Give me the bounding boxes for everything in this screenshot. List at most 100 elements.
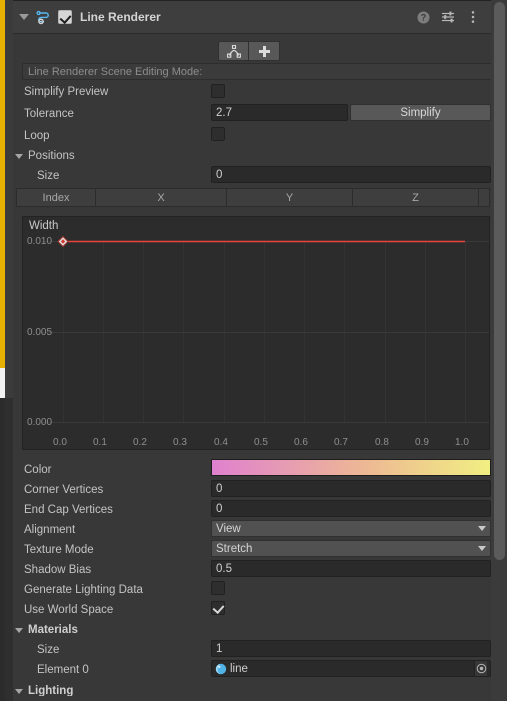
add-point-button[interactable] bbox=[249, 41, 280, 61]
use-world-space-label: Use World Space bbox=[24, 604, 114, 616]
y-tick-0000: 0.000 bbox=[27, 417, 53, 428]
edit-points-button[interactable] bbox=[218, 41, 249, 61]
component-header[interactable]: Line Renderer ? bbox=[13, 1, 491, 34]
chevron-down-icon bbox=[478, 546, 486, 551]
lighting-foldout-icon bbox=[15, 688, 23, 694]
row-use-world-space: Use World Space bbox=[13, 600, 491, 620]
use-world-space-checkbox[interactable] bbox=[211, 601, 225, 615]
texture-mode-label: Texture Mode bbox=[24, 544, 94, 556]
inspector-scrollbar-thumb[interactable] bbox=[494, 2, 505, 560]
positions-size-value: 0 bbox=[216, 168, 223, 181]
inspector-scrollbar-track[interactable] bbox=[491, 0, 507, 701]
edit-points-icon bbox=[226, 44, 241, 58]
tolerance-value: 2.7 bbox=[216, 106, 232, 119]
column-header-z: Z bbox=[353, 189, 479, 206]
loop-label: Loop bbox=[24, 130, 50, 142]
plus-icon bbox=[258, 45, 270, 57]
x-tick-8: 0.8 bbox=[375, 437, 389, 448]
simplify-preview-checkbox[interactable] bbox=[211, 84, 225, 98]
simplify-button[interactable]: Simplify bbox=[350, 104, 491, 121]
svg-text:?: ? bbox=[420, 12, 426, 22]
shadow-bias-label: Shadow Bias bbox=[24, 564, 92, 576]
end-cap-vertices-input[interactable]: 0 bbox=[211, 500, 491, 517]
row-loop: Loop bbox=[13, 126, 491, 146]
texture-mode-dropdown[interactable]: Stretch bbox=[211, 540, 491, 557]
left-gutter-lower bbox=[5, 398, 13, 701]
row-simplify-preview: Simplify Preview bbox=[13, 82, 491, 102]
x-tick-7: 0.7 bbox=[334, 437, 348, 448]
y-tick-0010: 0.010 bbox=[27, 236, 53, 247]
preset-settings-icon[interactable] bbox=[441, 10, 455, 24]
simplify-button-label: Simplify bbox=[400, 106, 441, 119]
materials-foldout-icon bbox=[15, 627, 23, 633]
generate-lighting-data-label: Generate Lighting Data bbox=[24, 584, 143, 596]
x-tick-0: 0.0 bbox=[53, 437, 67, 448]
corner-vertices-value: 0 bbox=[216, 482, 223, 495]
chevron-down-icon bbox=[478, 526, 486, 531]
tolerance-input[interactable]: 2.7 bbox=[211, 104, 348, 121]
positions-table-header: Index X Y Z bbox=[16, 188, 490, 207]
component-foldout-toggle[interactable] bbox=[16, 1, 32, 33]
width-graph-x-axis: 0.0 0.1 0.2 0.3 0.4 0.5 0.6 0.7 0.8 0.9 … bbox=[23, 433, 491, 451]
corner-vertices-label: Corner Vertices bbox=[24, 484, 104, 496]
component-enabled-checkbox[interactable] bbox=[58, 10, 72, 24]
alignment-dropdown[interactable]: View bbox=[211, 520, 491, 537]
loop-checkbox[interactable] bbox=[211, 127, 225, 141]
x-tick-4: 0.4 bbox=[214, 437, 228, 448]
column-header-y: Y bbox=[227, 189, 353, 206]
x-tick-6: 0.6 bbox=[294, 437, 308, 448]
scene-editing-mode-text: Line Renderer Scene Editing Mode: bbox=[28, 65, 203, 78]
materials-size-value: 1 bbox=[216, 642, 223, 655]
left-edge-white-strip bbox=[0, 368, 5, 398]
left-edge-dark-strip bbox=[0, 398, 5, 701]
x-tick-3: 0.3 bbox=[173, 437, 187, 448]
y-tick-0005: 0.005 bbox=[27, 327, 53, 338]
positions-section-header[interactable]: Positions bbox=[13, 146, 491, 166]
left-edge-yellow-strip bbox=[0, 0, 5, 368]
panel-bottom-edge bbox=[13, 696, 491, 701]
positions-size-input[interactable]: 0 bbox=[211, 166, 491, 183]
end-cap-vertices-value: 0 bbox=[216, 502, 223, 515]
corner-vertices-input[interactable]: 0 bbox=[211, 480, 491, 497]
alignment-value: View bbox=[216, 522, 241, 535]
column-header-index: Index bbox=[17, 189, 96, 206]
materials-section-header[interactable]: Materials bbox=[13, 620, 491, 640]
scene-edit-toolbar bbox=[218, 41, 280, 61]
object-picker-icon[interactable] bbox=[474, 661, 487, 676]
scene-editing-mode-bar: Line Renderer Scene Editing Mode: bbox=[22, 63, 492, 80]
width-curve-plot bbox=[41, 235, 489, 423]
help-icon[interactable]: ? bbox=[416, 10, 430, 24]
generate-lighting-data-checkbox[interactable] bbox=[211, 581, 225, 595]
width-curve-graph[interactable]: Width 0.010 0.005 0.000 0.0 0.1 0.2 0.3 … bbox=[22, 216, 490, 450]
color-label: Color bbox=[24, 464, 52, 476]
shadow-bias-value: 0.5 bbox=[216, 562, 232, 575]
materials-size-label: Size bbox=[37, 644, 60, 656]
color-gradient-field[interactable] bbox=[211, 459, 491, 476]
component-title: Line Renderer bbox=[80, 10, 161, 24]
x-tick-5: 0.5 bbox=[254, 437, 268, 448]
x-tick-10: 1.0 bbox=[455, 437, 469, 448]
shadow-bias-input[interactable]: 0.5 bbox=[211, 560, 491, 577]
x-tick-2: 0.2 bbox=[133, 437, 147, 448]
column-header-spacer bbox=[479, 189, 489, 206]
texture-mode-value: Stretch bbox=[216, 542, 253, 555]
positions-section-label: Positions bbox=[28, 150, 75, 162]
simplify-preview-label: Simplify Preview bbox=[24, 86, 109, 98]
line-renderer-icon bbox=[34, 8, 52, 26]
end-cap-vertices-label: End Cap Vertices bbox=[24, 504, 113, 516]
materials-element0-objectfield[interactable]: line bbox=[211, 660, 491, 677]
x-tick-9: 0.9 bbox=[415, 437, 429, 448]
alignment-label: Alignment bbox=[24, 524, 76, 536]
materials-element0-label: Element 0 bbox=[37, 664, 89, 676]
positions-size-label: Size bbox=[37, 170, 60, 182]
row-generate-lighting-data: Generate Lighting Data bbox=[13, 580, 491, 600]
material-sphere-icon bbox=[215, 663, 227, 675]
kebab-menu-icon[interactable] bbox=[466, 10, 480, 24]
unity-inspector-panel: Line Renderer ? Line Renderer Scene Edit… bbox=[0, 0, 507, 701]
positions-foldout-icon bbox=[15, 153, 23, 159]
materials-element0-value: line bbox=[230, 662, 248, 675]
materials-size-input[interactable]: 1 bbox=[211, 640, 491, 657]
materials-section-label: Materials bbox=[28, 624, 78, 636]
x-tick-1: 0.1 bbox=[93, 437, 107, 448]
column-header-x: X bbox=[96, 189, 227, 206]
